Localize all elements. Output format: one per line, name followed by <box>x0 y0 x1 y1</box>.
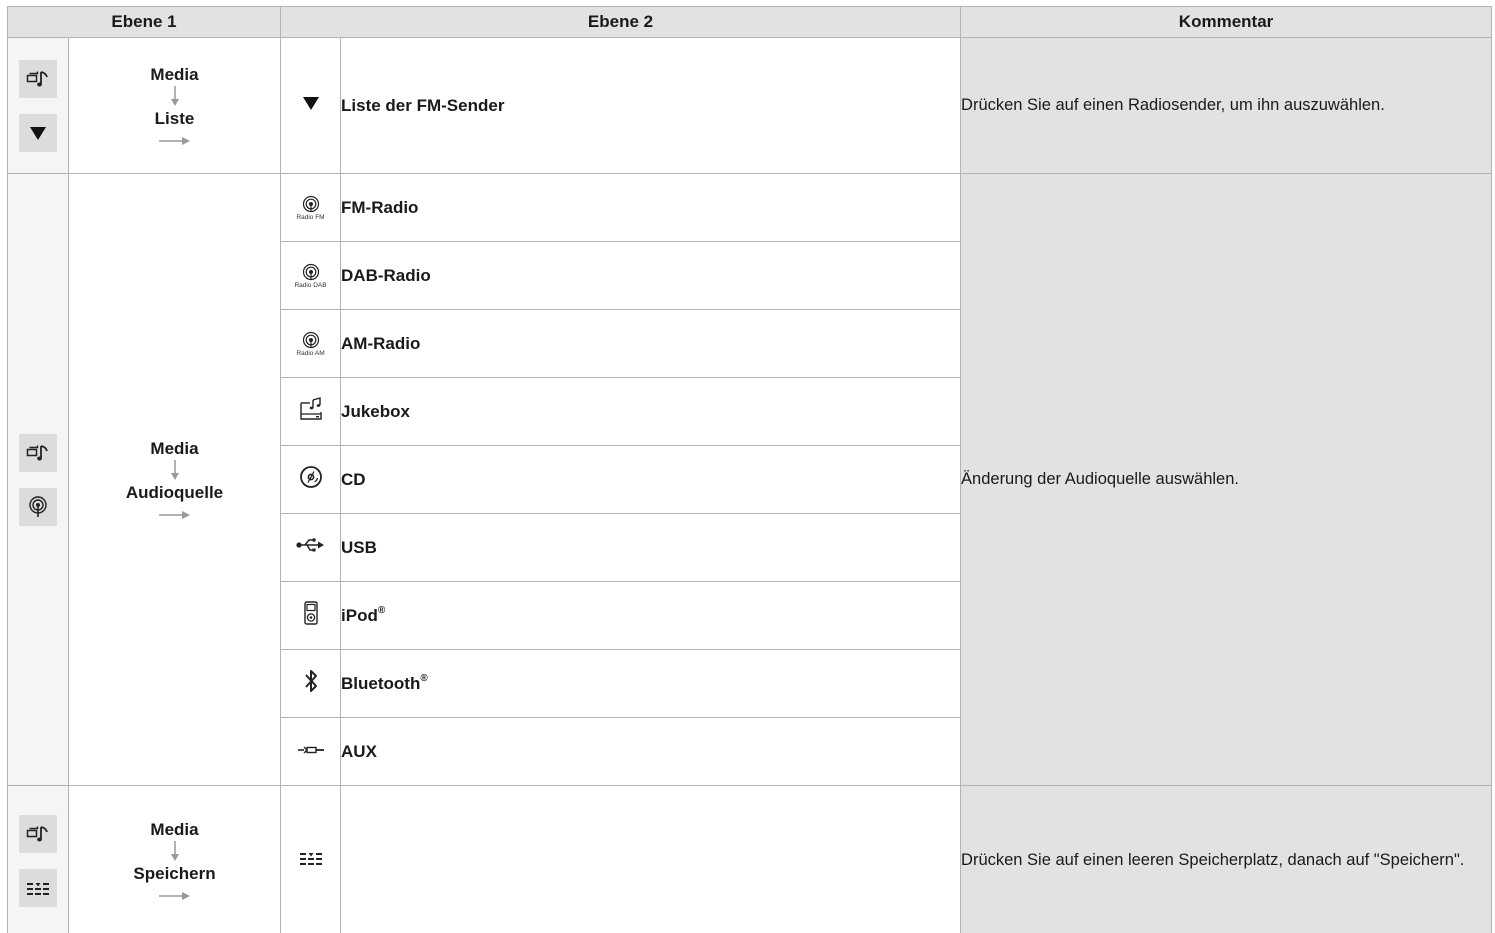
table-row: Media Audioquelle Radio FM FM-Radio Ände… <box>7 173 1493 786</box>
path-bottom-label: Liste <box>154 108 195 128</box>
arrow-down-icon <box>170 840 179 861</box>
arrow-right-icon <box>158 891 190 900</box>
nav-path-cell: Media Speichern <box>67 785 282 933</box>
media-icon[interactable] <box>19 814 57 853</box>
path-bottom-label: Audioquelle <box>125 482 224 502</box>
header-level1: Ebene 1 <box>6 6 282 38</box>
level2-icon-cell[interactable] <box>280 513 342 582</box>
level2-icon-cell[interactable] <box>280 37 342 174</box>
path-top-label: Media <box>150 819 199 839</box>
radio-fm-icon[interactable]: Radio FM <box>281 195 340 221</box>
list-item-label: iPod <box>341 605 378 625</box>
list-item[interactable]: DAB-Radio <box>340 241 962 310</box>
level2-icon-cell[interactable] <box>280 445 342 514</box>
nav-path: Media Liste <box>150 64 199 148</box>
presets-icon[interactable] <box>299 850 323 866</box>
path-bottom-label: Speichern <box>133 863 216 883</box>
media-icon[interactable] <box>19 59 57 98</box>
radio-dab-icon[interactable]: Radio DAB <box>281 263 340 289</box>
arrow-down-icon <box>170 459 179 480</box>
header-row: Ebene 1 Ebene 2 Kommentar <box>6 6 1493 38</box>
table-row: Media Speichern Drücken Sie auf einen le… <box>7 785 1493 933</box>
ipod-icon[interactable] <box>303 601 318 625</box>
header-level2: Ebene 2 <box>280 6 962 38</box>
list-item[interactable]: Jukebox <box>340 377 962 446</box>
arrow-right-icon <box>158 136 190 145</box>
level2-icon-cell[interactable]: Radio AM <box>280 309 342 378</box>
list-item[interactable]: iPod® <box>340 581 962 650</box>
registered-mark: ® <box>377 604 386 616</box>
level1-icons-cell <box>7 173 69 786</box>
path-top-label: Media <box>150 64 199 84</box>
level2-icon-cell[interactable] <box>280 377 342 446</box>
arrow-down-icon <box>170 85 179 106</box>
nav-path-cell: Media Liste <box>67 37 282 174</box>
level2-icon-cell[interactable] <box>280 581 342 650</box>
presets-icon[interactable] <box>19 868 57 907</box>
list-item-label: Bluetooth <box>341 673 421 693</box>
radio-am-icon[interactable]: Radio AM <box>281 331 340 357</box>
nav-path: Media Speichern <box>133 819 216 903</box>
list-item[interactable]: Liste der FM-Sender <box>340 37 962 174</box>
radio-source-icon[interactable] <box>19 487 57 526</box>
level2-icon-cell[interactable] <box>280 649 342 718</box>
header-comment: Kommentar <box>960 6 1493 38</box>
menu-table: Ebene 1 Ebene 2 Kommentar Media Liste Li… <box>6 6 1493 933</box>
dropdown-triangle-icon[interactable] <box>19 113 57 152</box>
cd-icon[interactable] <box>299 465 323 489</box>
radio-am-caption: Radio AM <box>296 349 325 357</box>
radio-fm-caption: Radio FM <box>296 213 325 221</box>
list-item[interactable]: FM-Radio <box>340 173 962 242</box>
level2-icon-cell[interactable]: Radio FM <box>280 173 342 242</box>
list-item[interactable]: USB <box>340 513 962 582</box>
comment-cell: Drücken Sie auf einen Radiosender, um ih… <box>960 37 1493 174</box>
level2-icon-cell[interactable] <box>280 717 342 786</box>
table-row: Media Liste Liste der FM-Sender Drücken … <box>7 37 1493 174</box>
arrow-right-icon <box>158 510 190 519</box>
list-item[interactable]: AM-Radio <box>340 309 962 378</box>
aux-icon[interactable] <box>297 744 325 756</box>
dropdown-triangle-icon[interactable] <box>302 95 320 111</box>
level1-icons-cell <box>7 785 69 933</box>
list-item[interactable]: AUX <box>340 717 962 786</box>
page: { "headers": { "level1": "Ebene 1", "lev… <box>0 0 1495 933</box>
list-item[interactable]: CD <box>340 445 962 514</box>
comment-cell: Drücken Sie auf einen leeren Speicherpla… <box>960 785 1493 933</box>
comment-cell: Änderung der Audioquelle auswählen. <box>960 173 1493 786</box>
registered-mark: ® <box>420 672 428 684</box>
level1-icons-cell <box>7 37 69 174</box>
level2-icon-cell[interactable] <box>280 785 342 933</box>
nav-path-cell: Media Audioquelle <box>67 173 282 786</box>
level2-icon-cell[interactable]: Radio DAB <box>280 241 342 310</box>
list-item[interactable]: Bluetooth® <box>340 649 962 718</box>
list-item[interactable] <box>340 785 962 933</box>
path-top-label: Media <box>150 438 199 458</box>
usb-icon[interactable] <box>295 537 326 553</box>
bluetooth-icon[interactable] <box>303 668 319 694</box>
media-icon[interactable] <box>19 433 57 472</box>
nav-path: Media Audioquelle <box>126 438 223 522</box>
jukebox-icon[interactable] <box>298 397 324 421</box>
radio-dab-caption: Radio DAB <box>294 281 327 289</box>
